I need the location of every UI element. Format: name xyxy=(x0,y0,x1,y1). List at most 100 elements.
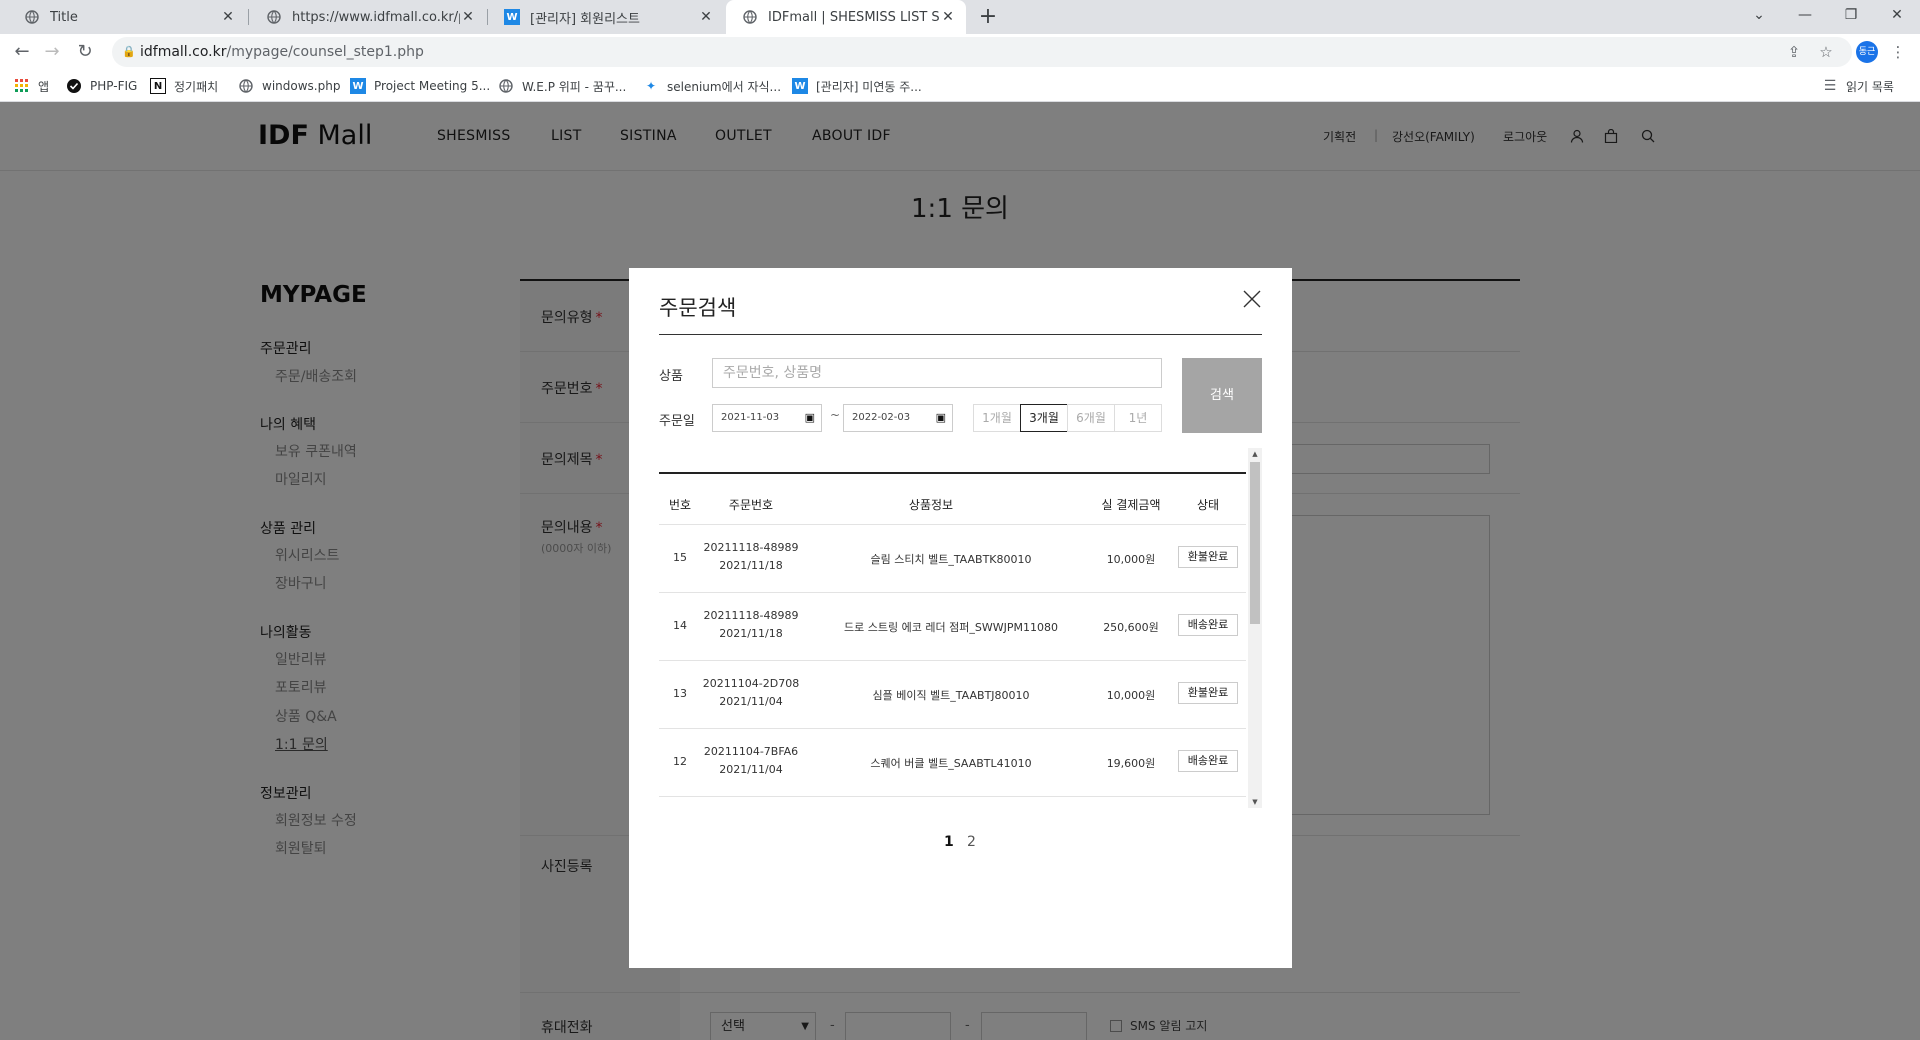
product-label: 상품 xyxy=(659,369,683,384)
modal-title: 주문검색 xyxy=(659,296,737,320)
modal-title-divider xyxy=(659,334,1262,335)
share-icon[interactable]: ⇪ xyxy=(1782,40,1806,64)
period-1year-button[interactable]: 1년 xyxy=(1114,404,1162,432)
notion-icon: N xyxy=(150,78,166,94)
url-host: idfmall.co.kr xyxy=(140,44,227,60)
order-table: 번호 주문번호 상품정보 실 결제금액 상태 15 20211118-48989… xyxy=(659,448,1262,808)
browser-tab[interactable]: W [관리자] 회원리스트 ✕ xyxy=(488,0,724,34)
globe-icon xyxy=(742,9,758,25)
bookmark-label: W.E.P 위피 - 꿈꾸... xyxy=(522,79,627,94)
scrollbar-thumb[interactable] xyxy=(1250,462,1260,624)
browser-toolbar: ← → ↻ 🔒 idfmall.co.kr/mypage/counsel_ste… xyxy=(0,34,1920,70)
bookmark-label: 정기패치 xyxy=(174,79,219,94)
period-6month-button[interactable]: 6개월 xyxy=(1067,404,1115,432)
table-scrollbar[interactable]: ▲ ▼ xyxy=(1248,448,1262,808)
reading-list[interactable]: ☰ 읽기 목록 xyxy=(1822,70,1894,102)
tab-title: Title xyxy=(50,9,78,25)
bookmark-windows[interactable]: windows.php xyxy=(238,70,340,102)
bookmark-admin[interactable]: W [관리자] 미연동 주... xyxy=(792,70,922,102)
cell-no: 13 xyxy=(673,687,687,700)
globe-icon xyxy=(24,9,40,25)
col-header-no: 번호 xyxy=(668,498,692,512)
cell-order-date: 2021/11/18 xyxy=(719,627,783,640)
bookmark-label: selenium에서 자식... xyxy=(667,79,782,94)
bookmark-apps[interactable]: 앱 xyxy=(14,70,49,102)
wiki-w-icon: W xyxy=(350,78,366,94)
cell-no: 12 xyxy=(673,755,687,768)
close-tab-icon[interactable]: ✕ xyxy=(460,9,476,25)
cell-product: 드로 스트링 에코 레더 점퍼_SWWJPM11080 xyxy=(844,621,1058,634)
bird-icon: ✦ xyxy=(645,79,657,93)
period-3month-button[interactable]: 3개월 xyxy=(1020,404,1068,432)
cell-order-date: 2021/11/04 xyxy=(719,763,783,776)
cell-no: 14 xyxy=(673,619,687,632)
back-icon[interactable]: ← xyxy=(8,38,36,66)
tab-search-icon[interactable]: ⌄ xyxy=(1736,0,1782,30)
table-row[interactable]: 14 20211118-48989 2021/11/18 드로 스트링 에코 레… xyxy=(659,592,1246,660)
window-close-icon[interactable]: ✕ xyxy=(1874,0,1920,30)
table-row[interactable] xyxy=(659,796,1246,808)
lock-icon: 🔒 xyxy=(122,45,136,58)
cell-order-date: 2021/11/18 xyxy=(719,559,783,572)
reading-list-icon: ☰ xyxy=(1823,78,1837,94)
scroll-down-arrow-icon[interactable]: ▼ xyxy=(1248,796,1262,808)
minimize-icon[interactable]: — xyxy=(1782,0,1828,30)
order-date-label: 주문일 xyxy=(659,414,695,429)
page-link-2[interactable]: 2 xyxy=(967,834,976,850)
globe-icon xyxy=(238,78,254,94)
bookmark-label: 앱 xyxy=(38,79,50,94)
date-to-value: 2022-02-03 xyxy=(852,412,911,423)
bookmark-label: Project Meeting 5... xyxy=(374,79,491,93)
close-tab-icon[interactable]: ✕ xyxy=(220,9,236,25)
scroll-up-arrow-icon[interactable]: ▲ xyxy=(1248,448,1262,460)
tab-title: [관리자] 회원리스트 xyxy=(530,11,640,27)
reading-list-label: 읽기 목록 xyxy=(1846,79,1894,94)
restore-icon[interactable]: ❐ xyxy=(1828,0,1874,30)
bookmark-wep[interactable]: W.E.P 위피 - 꿈꾸... xyxy=(498,70,626,102)
bookmark-notion[interactable]: N 정기패치 xyxy=(150,70,218,102)
col-header-order-no: 주문번호 xyxy=(728,498,774,512)
tab-divider xyxy=(248,9,249,25)
calendar-icon[interactable]: ▣ xyxy=(936,405,946,431)
date-range-tilde: ~ xyxy=(830,408,841,422)
browser-tab[interactable]: Title ✕ xyxy=(8,0,246,34)
col-header-status: 상태 xyxy=(1196,498,1220,512)
cell-product: 심플 베이직 벨트_TAABTJ80010 xyxy=(872,689,1030,702)
search-button[interactable]: 검색 xyxy=(1182,358,1262,433)
globe-icon xyxy=(266,9,282,25)
status-button[interactable]: 배송완료 xyxy=(1178,750,1238,772)
menu-kebab-icon[interactable]: ⋮ xyxy=(1886,40,1910,64)
bookmark-selenium[interactable]: ✦ selenium에서 자식... xyxy=(643,70,781,102)
status-button[interactable]: 환불완료 xyxy=(1178,682,1238,704)
wiki-w-icon: W xyxy=(504,9,520,25)
table-row[interactable]: 12 20211104-7BFA6 2021/11/04 스퀘어 버클 벨트_S… xyxy=(659,728,1246,796)
close-tab-icon[interactable]: ✕ xyxy=(698,9,714,25)
table-row[interactable]: 15 20211118-48989 2021/11/18 슬림 스티치 벨트_T… xyxy=(659,524,1246,592)
date-to-input[interactable]: 2022-02-03 ▣ xyxy=(843,404,953,432)
cell-order-no: 20211118-48989 xyxy=(703,541,799,554)
url-path: /mypage/counsel_step1.php xyxy=(226,44,424,60)
reload-icon[interactable]: ↻ xyxy=(71,38,99,66)
date-from-input[interactable]: 2021-11-03 ▣ xyxy=(712,404,822,432)
close-icon[interactable] xyxy=(1239,286,1265,312)
page-link-1[interactable]: 1 xyxy=(944,834,954,850)
period-1month-button[interactable]: 1개월 xyxy=(973,404,1021,432)
browser-tab-active[interactable]: IDFmall | SHESMISS LIST SISTIN ✕ xyxy=(726,0,966,34)
web-page: IDF Mall SHESMISS LIST SISTINA OUTLET AB… xyxy=(0,102,1920,1040)
new-tab-button[interactable]: + xyxy=(975,4,1001,30)
bookmark-php-fig[interactable]: PHP-FIG xyxy=(66,70,137,102)
bookmark-project-meeting[interactable]: W Project Meeting 5... xyxy=(350,70,490,102)
address-bar[interactable]: 🔒 idfmall.co.kr/mypage/counsel_step1.php xyxy=(112,37,1852,67)
close-tab-icon[interactable]: ✕ xyxy=(940,9,956,25)
status-button[interactable]: 배송완료 xyxy=(1178,614,1238,636)
table-row[interactable]: 13 20211104-2D708 2021/11/04 심플 베이직 벨트_T… xyxy=(659,660,1246,728)
status-button[interactable]: 환불완료 xyxy=(1178,546,1238,568)
bookmark-star-icon[interactable]: ☆ xyxy=(1814,40,1838,64)
product-search-input[interactable]: 주문번호, 상품명 xyxy=(712,358,1162,388)
date-from-value: 2021-11-03 xyxy=(721,412,780,423)
browser-tab[interactable]: https://www.idfmall.co.kr/patch_ ✕ xyxy=(250,0,486,34)
forward-icon[interactable]: → xyxy=(38,38,66,66)
cell-product: 슬림 스티치 벨트_TAABTK80010 xyxy=(870,553,1032,566)
calendar-icon[interactable]: ▣ xyxy=(805,405,815,431)
profile-avatar[interactable]: 동근 xyxy=(1856,41,1878,63)
